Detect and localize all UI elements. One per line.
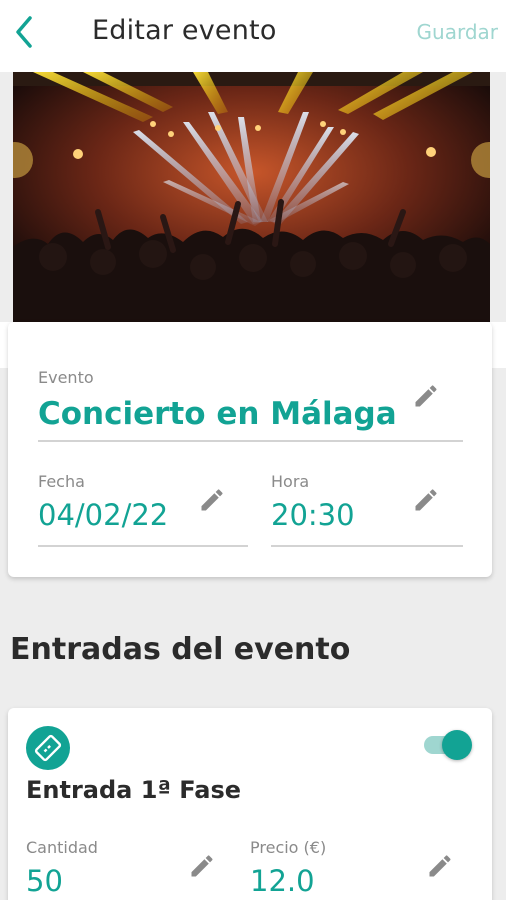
app-header: Editar evento Guardar: [0, 0, 506, 72]
event-name-underline: [38, 440, 463, 442]
quantity-input[interactable]: 50: [26, 864, 63, 898]
event-image[interactable]: [13, 72, 490, 322]
ticket-icon: [26, 726, 70, 770]
pencil-icon: [415, 489, 437, 511]
event-details-card: Evento Concierto en Málaga Fecha 04/02/2…: [8, 322, 492, 577]
date-label: Fecha: [38, 472, 85, 491]
edit-event-screen: Editar evento Guardar Evento Concierto e…: [0, 0, 506, 900]
save-button[interactable]: Guardar: [417, 20, 498, 44]
concert-photo: [13, 72, 490, 322]
price-input[interactable]: 12.0: [250, 864, 315, 898]
pencil-icon: [429, 855, 451, 877]
ticket-name: Entrada 1ª Fase: [26, 776, 242, 804]
page-title: Editar evento: [92, 15, 277, 46]
edit-time-button[interactable]: [412, 486, 440, 514]
price-label: Precio (€): [250, 838, 327, 857]
back-button[interactable]: [10, 12, 42, 52]
ticket-enabled-toggle[interactable]: [420, 728, 474, 760]
event-name-label: Evento: [38, 368, 94, 387]
date-underline: [38, 545, 248, 547]
edit-price-button[interactable]: [426, 852, 454, 880]
ticket-glyph: [34, 734, 62, 762]
tickets-section-title: Entradas del evento: [10, 632, 351, 667]
edit-quantity-button[interactable]: [188, 852, 216, 880]
edit-date-button[interactable]: [198, 486, 226, 514]
ticket-card: Entrada 1ª Fase Cantidad 50 Precio (€) 1…: [8, 708, 492, 900]
pencil-icon: [191, 855, 213, 877]
time-underline: [271, 545, 463, 547]
chevron-left-icon: [16, 16, 32, 48]
time-input[interactable]: 20:30: [271, 498, 355, 532]
toggle-thumb: [442, 730, 472, 760]
edit-event-name-button[interactable]: [412, 382, 440, 410]
event-name-input[interactable]: Concierto en Málaga: [38, 396, 397, 432]
time-label: Hora: [271, 472, 310, 491]
pencil-icon: [415, 385, 437, 407]
pencil-icon: [201, 489, 223, 511]
quantity-label: Cantidad: [26, 838, 98, 857]
date-input[interactable]: 04/02/22: [38, 498, 168, 532]
